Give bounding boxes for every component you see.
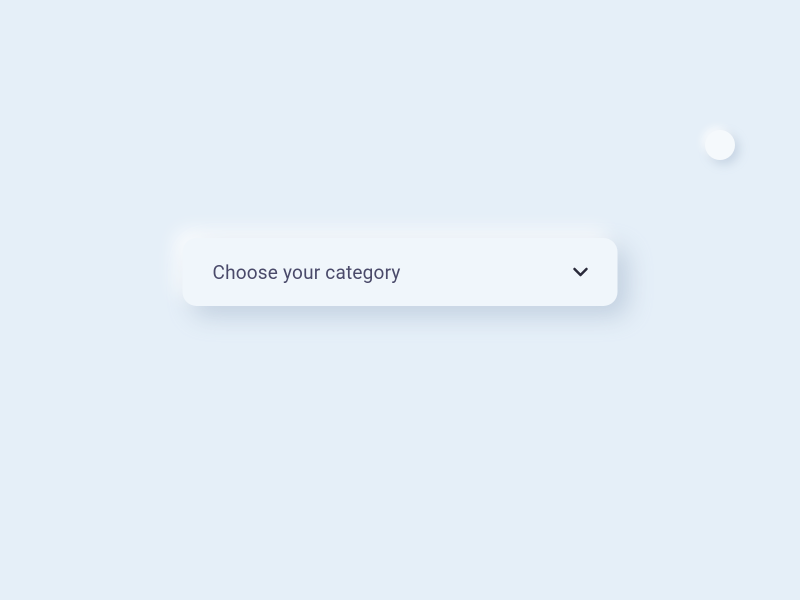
chevron-down-icon: [572, 263, 590, 281]
dropdown-placeholder-label: Choose your category: [213, 261, 401, 284]
category-dropdown[interactable]: Choose your category: [183, 238, 618, 306]
theme-toggle-button[interactable]: [705, 130, 735, 160]
category-dropdown-container: Choose your category: [183, 238, 618, 306]
